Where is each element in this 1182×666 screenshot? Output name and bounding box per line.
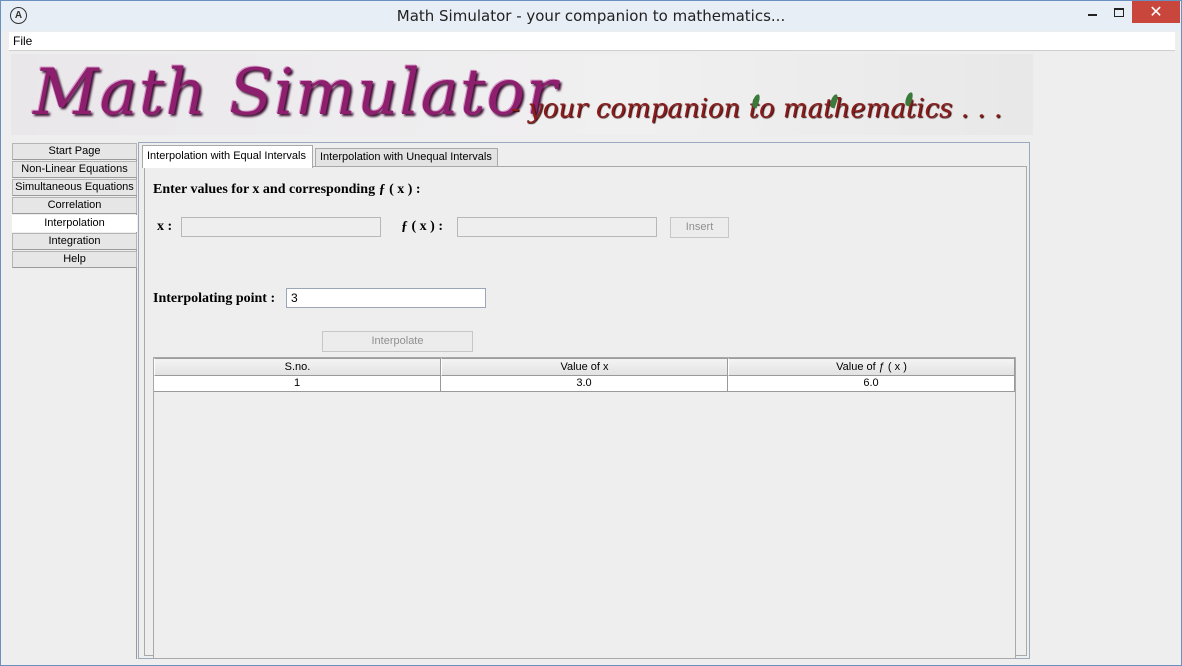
column-header-value-fx[interactable]: Value of ƒ ( x ) bbox=[728, 358, 1015, 376]
form-heading: Enter values for x and corresponding ƒ (… bbox=[153, 182, 421, 197]
fx-input[interactable] bbox=[457, 217, 657, 237]
sidebar-item-correlation[interactable]: Correlation bbox=[12, 197, 137, 214]
maximize-button[interactable] bbox=[1104, 1, 1134, 23]
sidebar-item-start-page[interactable]: Start Page bbox=[12, 143, 137, 160]
maximize-icon bbox=[1114, 7, 1124, 17]
column-header-value-x[interactable]: Value of x bbox=[441, 358, 728, 376]
interpolating-point-label: Interpolating point : bbox=[153, 291, 276, 306]
table-header: S.no. Value of x Value of ƒ ( x ) bbox=[154, 358, 1015, 376]
banner-title: Math Simulator bbox=[33, 56, 558, 130]
menu-file[interactable]: File bbox=[13, 34, 32, 48]
minimize-button[interactable] bbox=[1077, 1, 1107, 23]
sidebar-item-integration[interactable]: Integration bbox=[12, 233, 137, 250]
x-label: x : bbox=[157, 219, 173, 234]
close-icon: ✕ bbox=[1149, 4, 1163, 21]
cell-value-x: 3.0 bbox=[441, 376, 728, 392]
insert-button[interactable]: Insert bbox=[670, 217, 729, 238]
tab-unequal-intervals[interactable]: Interpolation with Unequal Intervals bbox=[315, 148, 498, 167]
x-input[interactable] bbox=[181, 217, 381, 237]
interpolate-button[interactable]: Interpolate bbox=[322, 331, 473, 352]
tab-equal-intervals[interactable]: Interpolation with Equal Intervals bbox=[142, 145, 313, 168]
menu-bar: File bbox=[9, 32, 1175, 51]
sidebar-item-help[interactable]: Help bbox=[12, 251, 137, 268]
results-table: S.no. Value of x Value of ƒ ( x ) 1 3.0 … bbox=[153, 357, 1016, 659]
sidebar-item-interpolation[interactable]: Interpolation bbox=[12, 215, 137, 232]
tab-content: Enter values for x and corresponding ƒ (… bbox=[144, 166, 1027, 659]
minimize-icon bbox=[1087, 14, 1097, 16]
table-row[interactable]: 1 3.0 6.0 bbox=[154, 376, 1015, 392]
window-title: Math Simulator - your companion to mathe… bbox=[396, 7, 786, 25]
close-button[interactable]: ✕ bbox=[1132, 1, 1180, 23]
sidebar: Start Page Non-Linear Equations Simultan… bbox=[12, 143, 137, 659]
title-bar: A Math Simulator - your companion to mat… bbox=[1, 1, 1181, 31]
app-window: A Math Simulator - your companion to mat… bbox=[0, 0, 1182, 666]
column-header-sno[interactable]: S.no. bbox=[154, 358, 441, 376]
interpolation-panel: Interpolation with Equal Intervals Inter… bbox=[138, 142, 1030, 659]
banner: Math Simulator - your companion to mathe… bbox=[11, 54, 1033, 135]
sidebar-item-non-linear-equations[interactable]: Non-Linear Equations bbox=[12, 161, 137, 178]
main-content: Math Simulator - your companion to mathe… bbox=[9, 52, 1175, 659]
interpolating-point-input[interactable] bbox=[286, 288, 486, 308]
fx-label: ƒ ( x ) : bbox=[401, 219, 443, 234]
cell-value-fx: 6.0 bbox=[728, 376, 1015, 392]
cell-sno: 1 bbox=[154, 376, 441, 392]
sidebar-item-simultaneous-equations[interactable]: Simultaneous Equations bbox=[12, 179, 137, 196]
